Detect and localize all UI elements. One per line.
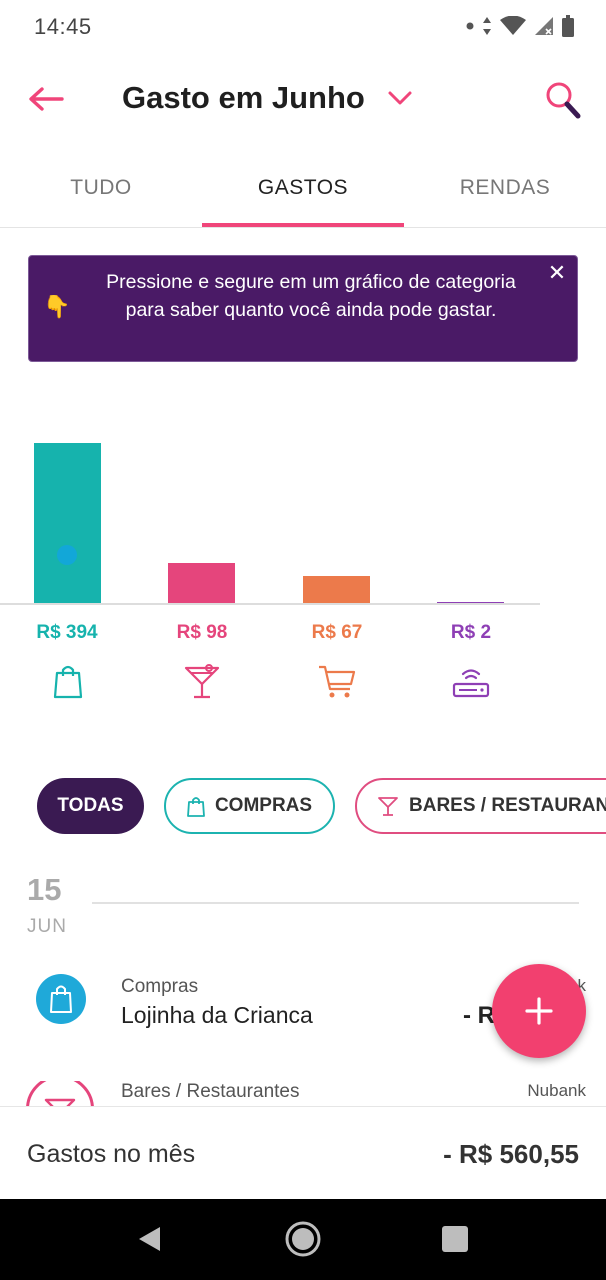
bar-value-label: R$ 394: [36, 622, 98, 643]
bar-value-label: R$ 2: [450, 622, 492, 643]
filter-chip-bares-restaurantes[interactable]: BARES / RESTAURAN: [355, 778, 606, 834]
data-arrows-icon: [483, 17, 491, 35]
monthly-summary-bar: Gastos no mês - R$ 560,55: [0, 1106, 606, 1199]
arrow-left-icon: [29, 87, 64, 111]
transaction-row[interactable]: Bares / Restaurantes Nubank: [0, 1081, 606, 1106]
cocktail-icon[interactable]: [182, 662, 222, 700]
back-triangle-icon[interactable]: [136, 1225, 164, 1253]
search-icon: [546, 82, 581, 119]
chart-bar[interactable]: [437, 602, 504, 603]
date-month: JUN: [27, 916, 67, 937]
chart-bar[interactable]: [303, 576, 370, 603]
status-bar: 14:45: [0, 0, 606, 54]
filter-chip-todas[interactable]: TODAS: [37, 778, 144, 834]
notification-dot-icon: [466, 22, 474, 30]
wifi-icon: [500, 16, 526, 35]
month-selector[interactable]: Gasto em Junho: [122, 80, 413, 116]
shopping-bag-icon: [187, 797, 205, 817]
filter-chip-label: COMPRAS: [214, 795, 313, 816]
tip-text: Pressione e segure em um gráfico de cate…: [106, 271, 516, 321]
date-day: 15: [27, 872, 62, 907]
chart-bar[interactable]: [34, 443, 101, 603]
filter-chip-compras[interactable]: COMPRAS: [164, 778, 335, 834]
battery-icon: [562, 15, 574, 37]
pointing-down-hand-icon: 👇: [43, 294, 71, 319]
shopping-bag-icon: [50, 985, 72, 1013]
bar-value-label: R$ 98: [176, 622, 228, 643]
shopping-bag-icon[interactable]: [48, 662, 88, 700]
transaction-category-icon: [36, 974, 86, 1024]
chart-baseline: [0, 603, 540, 605]
tab-bar: TUDO GASTOS RENDAS: [0, 150, 606, 228]
filter-chip-label: TODAS: [57, 795, 124, 816]
bar-value-label: R$ 67: [311, 622, 363, 643]
tab-gastos[interactable]: GASTOS: [202, 150, 404, 226]
status-time: 14:45: [34, 14, 92, 39]
summary-label: Gastos no mês: [27, 1140, 196, 1168]
transaction-category: Compras: [121, 976, 199, 997]
recents-square-icon[interactable]: [442, 1226, 468, 1252]
date-divider: [92, 902, 579, 904]
cocktail-icon: [378, 797, 398, 816]
shopping-cart-icon[interactable]: [317, 662, 357, 700]
transaction-category: Bares / Restaurantes: [121, 1081, 300, 1102]
system-nav-bar: [0, 1199, 606, 1280]
plus-icon: [525, 997, 553, 1025]
category-filter-bar: TODAS COMPRAS BARES / RESTAURAN: [0, 776, 606, 836]
spending-chart: R$ 394 R$ 98 R$ 67 R$ 2: [0, 380, 606, 710]
cocktail-icon: [44, 1098, 76, 1106]
touch-indicator-dot: [57, 545, 77, 565]
router-icon[interactable]: [451, 662, 491, 700]
tab-rendas[interactable]: RENDAS: [404, 150, 606, 226]
tip-banner: 👇 Pressione e segure em um gráfico de ca…: [28, 255, 578, 362]
transaction-name: Lojinha da Crianca: [121, 1002, 313, 1028]
signal-icon: [535, 17, 553, 35]
chevron-down-icon: [388, 91, 412, 105]
page-title: Gasto em Junho: [122, 80, 365, 115]
transaction-bank: Nubank: [527, 1081, 586, 1100]
filter-chip-label: BARES / RESTAURAN: [409, 795, 606, 816]
transaction-category-icon: [26, 1081, 94, 1106]
app-bar: Gasto em Junho: [0, 54, 606, 150]
chart-bar[interactable]: [168, 563, 235, 603]
home-circle-icon[interactable]: [284, 1220, 322, 1258]
transaction-amount: - R: [463, 1002, 495, 1029]
status-icons: [466, 14, 574, 38]
search-button[interactable]: [544, 80, 582, 120]
add-transaction-button[interactable]: [492, 964, 586, 1058]
active-tab-indicator: [202, 223, 404, 227]
close-icon[interactable]: ✕: [544, 260, 570, 286]
tab-tudo[interactable]: TUDO: [0, 150, 202, 226]
back-button[interactable]: [26, 82, 66, 116]
summary-value: - R$ 560,55: [443, 1139, 579, 1169]
